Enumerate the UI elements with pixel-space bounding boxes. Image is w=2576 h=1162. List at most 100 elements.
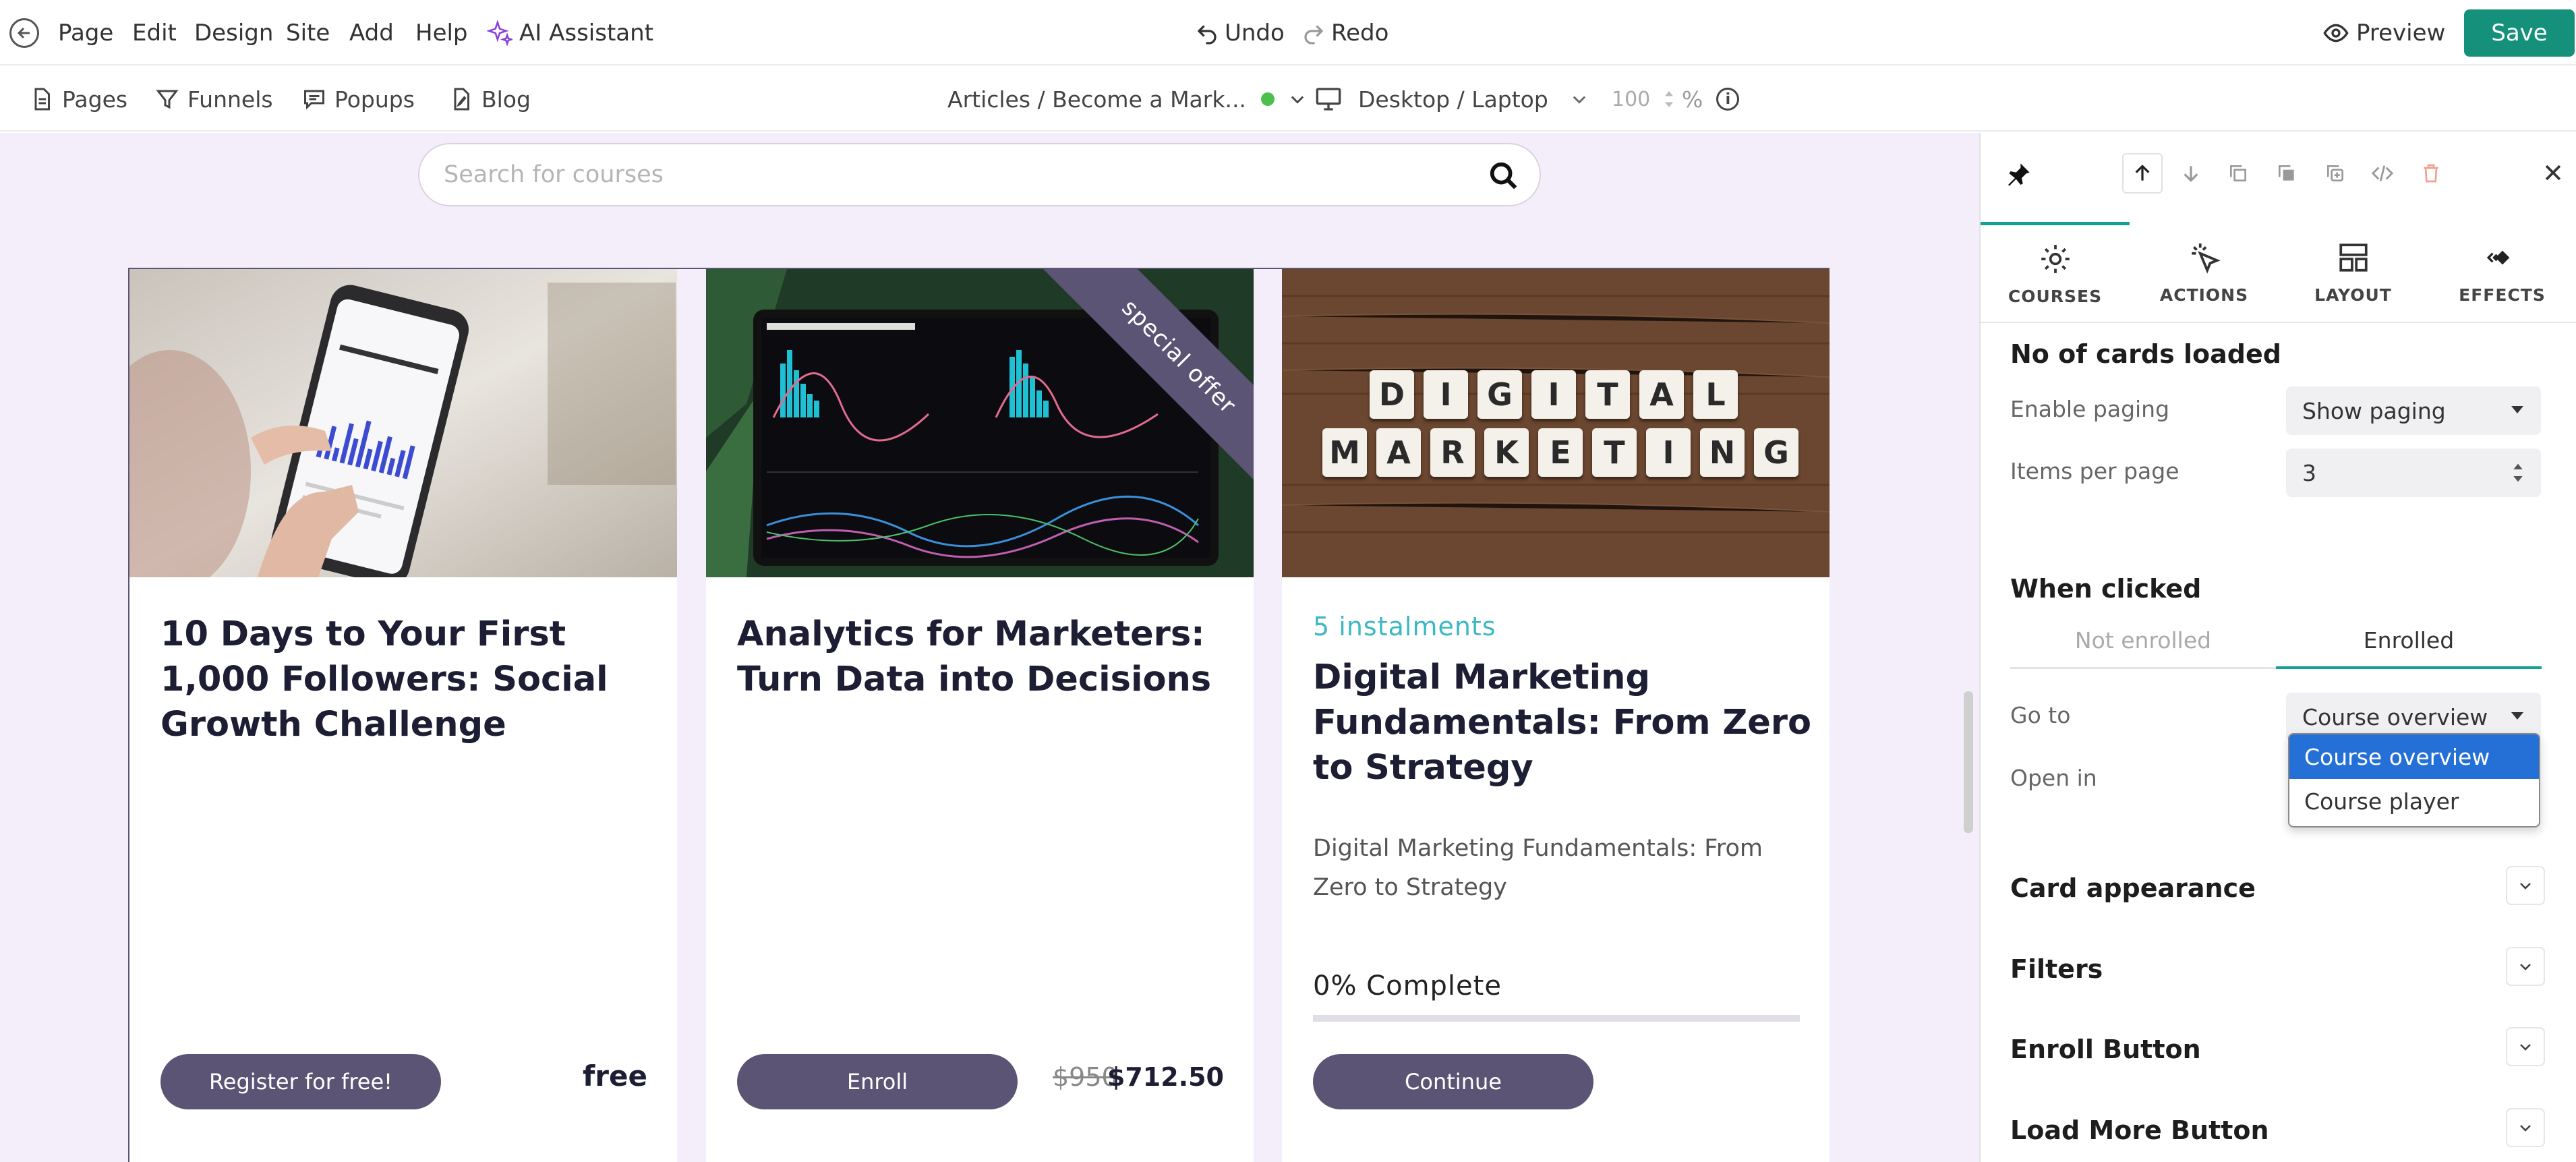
undo-button[interactable]: Undo — [1195, 0, 1285, 65]
blog-icon — [454, 88, 469, 111]
go-to-label: Go to — [2010, 702, 2071, 728]
go-to-value: Course overview — [2302, 703, 2488, 730]
menu-add[interactable]: Add — [349, 0, 394, 65]
duplicate-button[interactable] — [2266, 153, 2307, 194]
caret-down-icon — [2511, 712, 2523, 720]
dropdown-option[interactable]: Course overview — [2289, 734, 2539, 779]
expand-enroll-button[interactable] — [2506, 1027, 2545, 1066]
menu-design[interactable]: Design — [194, 0, 273, 65]
section-card-appearance[interactable]: Card appearance — [2010, 873, 2256, 903]
section-enroll-button[interactable]: Enroll Button — [2010, 1035, 2201, 1064]
course-image-phone — [129, 269, 677, 577]
tiles-row-digital: DIGITAL — [1370, 370, 1738, 419]
chevron-down-icon — [2520, 883, 2531, 890]
go-to-dropdown: Course overview Course player — [2288, 733, 2540, 827]
zoom-input[interactable]: 100 — [1612, 88, 1663, 111]
search-placeholder: Search for courses — [444, 161, 664, 188]
items-per-page-value: 3 — [2302, 459, 2316, 486]
menu-site[interactable]: Site — [286, 0, 330, 65]
tab-actions[interactable]: ACTIONS — [2130, 222, 2279, 323]
duplicate-icon — [2279, 165, 2294, 181]
course-image-digital-marketing: DIGITAL MARKETING — [1282, 269, 1829, 577]
tab-courses[interactable]: COURSES — [1981, 222, 2130, 323]
expand-card-appearance-button[interactable] — [2506, 866, 2545, 905]
pages-label: Pages — [62, 86, 128, 113]
eye-icon — [2323, 24, 2349, 42]
device-selector[interactable]: Desktop / Laptop — [1315, 67, 1589, 132]
dropdown-option[interactable]: Course player — [2289, 779, 2539, 823]
course-image-analytics: special offer — [706, 269, 1254, 577]
funnels-button[interactable]: Funnels — [155, 67, 273, 132]
menu-page[interactable]: Page — [58, 0, 113, 65]
cards-loaded-heading: No of cards loaded — [2010, 339, 2281, 369]
expand-load-more-button[interactable] — [2506, 1108, 2545, 1147]
info-icon[interactable]: i — [1716, 88, 1740, 111]
course-cards-grid: 10 Days to Your First 1,000 Followers: S… — [128, 268, 1829, 1162]
section-filters[interactable]: Filters — [2010, 954, 2103, 984]
delete-button[interactable] — [2411, 153, 2451, 194]
zoom-unit: % — [1682, 86, 1703, 113]
preview-button[interactable]: Preview — [2322, 0, 2445, 65]
save-button[interactable]: Save — [2464, 9, 2575, 57]
status-dot-icon — [1260, 92, 1275, 106]
popups-button[interactable]: Popups — [302, 67, 415, 132]
course-card[interactable]: 10 Days to Your First 1,000 Followers: S… — [129, 269, 677, 1162]
zoom-control[interactable]: 100 % i — [1612, 67, 1740, 132]
back-button[interactable] — [9, 0, 39, 65]
properties-panel: COURSES ACTIONS LAYOUT EFFECTS No of car… — [1979, 133, 2576, 1162]
copy-button[interactable] — [2218, 153, 2258, 194]
search-icon[interactable] — [1488, 161, 1519, 192]
move-up-button[interactable] — [2122, 153, 2163, 194]
move-down-button[interactable] — [2171, 153, 2211, 194]
popup-icon — [304, 90, 324, 110]
undo-label: Undo — [1225, 19, 1285, 47]
paste-icon — [2327, 165, 2343, 181]
breadcrumb: Articles / Become a Mark... — [947, 86, 1246, 113]
ai-assistant-button[interactable]: AI Assistant — [487, 0, 653, 65]
course-card[interactable]: DIGITAL MARKETING 5 instalments Digital … — [1282, 269, 1829, 1162]
paste-button[interactable] — [2315, 153, 2355, 194]
course-card[interactable]: special offer Analytics for Marketers: T… — [706, 269, 1254, 1162]
pin-icon[interactable] — [2005, 161, 2032, 191]
course-search-input[interactable]: Search for courses — [418, 143, 1541, 206]
section-load-more-button[interactable]: Load More Button — [2010, 1115, 2269, 1145]
close-panel-button[interactable] — [2542, 161, 2565, 187]
caret-down-icon — [2511, 406, 2523, 413]
panel-tabs: COURSES ACTIONS LAYOUT EFFECTS — [1981, 222, 2576, 323]
open-in-label: Open in — [2010, 765, 2097, 791]
segment-enrolled[interactable]: Enrolled — [2276, 627, 2542, 669]
page-selector[interactable]: Articles / Become a Mark... — [947, 67, 1307, 132]
device-label: Desktop / Laptop — [1358, 86, 1548, 113]
blog-button[interactable]: Blog — [449, 67, 531, 132]
stepper-icon[interactable] — [2511, 458, 2525, 488]
letter-tile: I — [1531, 370, 1576, 419]
blog-label: Blog — [481, 86, 531, 113]
layout-icon — [2339, 243, 2368, 272]
menu-edit[interactable]: Edit — [132, 0, 177, 65]
enable-paging-value: Show paging — [2302, 397, 2446, 424]
items-per-page-input[interactable]: 3 — [2286, 448, 2541, 497]
letter-tile: E — [1538, 428, 1583, 477]
letter-tile: N — [1700, 428, 1745, 477]
chevron-down-icon — [1291, 96, 1304, 104]
enable-paging-select[interactable]: Show paging — [2286, 386, 2541, 435]
tab-layout[interactable]: LAYOUT — [2279, 222, 2428, 323]
code-button[interactable] — [2362, 153, 2403, 194]
enroll-button[interactable]: Enroll — [737, 1054, 1018, 1109]
stepper-icon[interactable] — [1663, 87, 1675, 111]
arrow-down-icon — [2184, 166, 2198, 182]
segment-not-enrolled[interactable]: Not enrolled — [2010, 627, 2276, 669]
letter-tile: A — [1376, 428, 1421, 477]
editor-canvas: Search for courses 10 Days to Your First… — [0, 133, 1979, 1162]
expand-filters-button[interactable] — [2506, 947, 2545, 986]
continue-button[interactable]: Continue — [1313, 1054, 1593, 1109]
register-button[interactable]: Register for free! — [160, 1054, 441, 1109]
menu-help[interactable]: Help — [415, 0, 468, 65]
progress-bar — [1313, 1015, 1800, 1022]
pages-button[interactable]: Pages — [30, 67, 127, 132]
letter-tile: I — [1424, 370, 1468, 419]
letter-tile: G — [1754, 428, 1798, 477]
canvas-scrollbar[interactable] — [1964, 691, 1973, 833]
tab-effects[interactable]: EFFECTS — [2428, 222, 2576, 323]
redo-button[interactable]: Redo — [1301, 0, 1388, 65]
